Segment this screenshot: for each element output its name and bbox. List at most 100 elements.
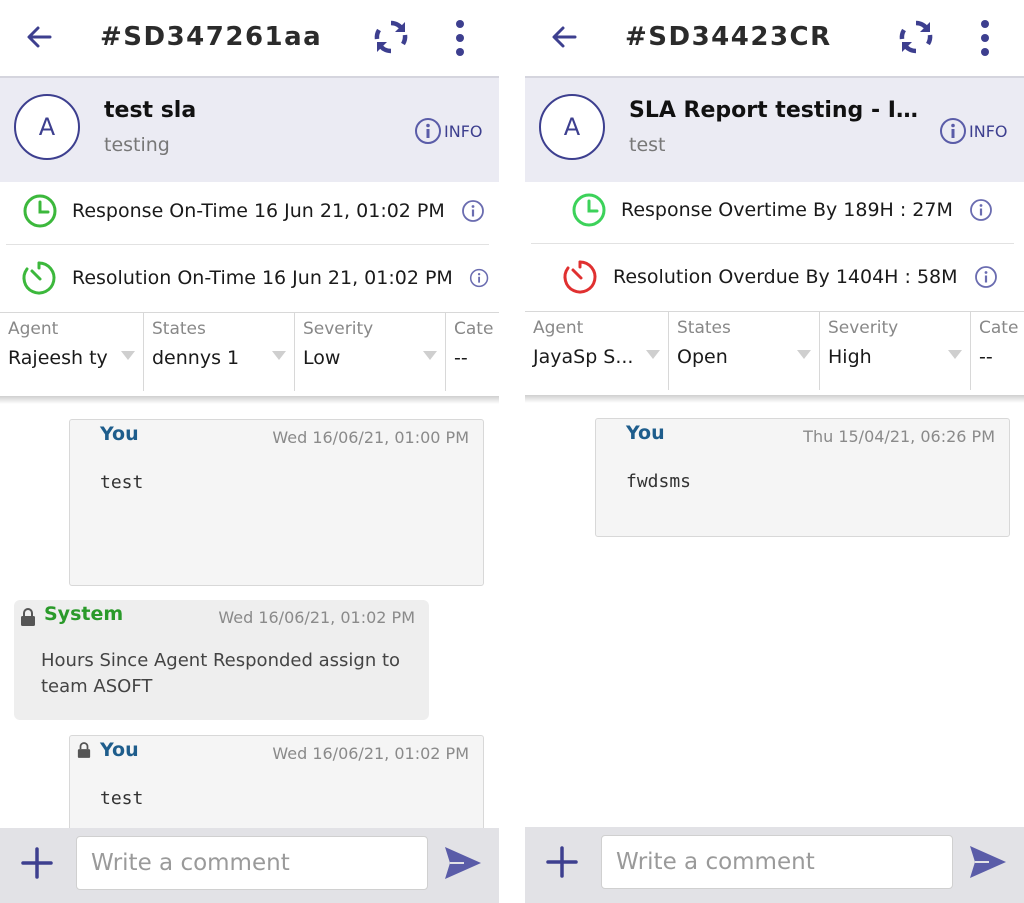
dropdown-caret-icon (272, 351, 286, 360)
message-body: test (100, 472, 144, 493)
message-author: You (100, 423, 139, 445)
filter-value: -- (454, 347, 468, 369)
filter-value: High (828, 346, 872, 368)
message-body: Hours Since Agent Responded assign to te… (41, 650, 401, 697)
message-time: Wed 16/06/21, 01:02 PM (272, 744, 469, 763)
screen-gap (499, 0, 525, 903)
filter-agent[interactable]: Agent JayaSp S... (525, 312, 669, 390)
more-options-icon[interactable] (973, 18, 997, 58)
comment-input[interactable]: Write a comment (76, 836, 428, 890)
shadow (0, 396, 499, 404)
dropdown-caret-icon (646, 350, 660, 359)
filter-label: Severity (303, 319, 374, 339)
ticket-screen-1: #SD347261aa A test sla testing INFO Resp… (0, 0, 499, 903)
ticket-id: #SD34423CR (625, 22, 832, 52)
ticket-subtitle: testing (104, 134, 170, 156)
ticket-filters: Agent Rajeesh ty States dennys 1 Severit… (0, 312, 499, 397)
filter-states[interactable]: States dennys 1 (144, 313, 295, 391)
message-card[interactable]: You Wed 16/06/21, 01:00 PM test (69, 419, 484, 586)
refresh-icon[interactable] (370, 16, 412, 58)
message-time: Wed 16/06/21, 01:02 PM (218, 608, 415, 627)
sla-response-row: Response Overtime By 189H : 27M (531, 177, 1014, 243)
info-label: INFO (969, 121, 1008, 141)
filter-value: Rajeesh ty (8, 347, 108, 369)
comment-composer: Write a comment (525, 827, 1024, 903)
filter-severity[interactable]: Severity Low (295, 313, 446, 391)
filter-label: Agent (533, 318, 584, 338)
dropdown-caret-icon (121, 351, 135, 360)
ticket-title: test sla (104, 98, 197, 123)
message-time: Thu 15/04/21, 06:26 PM (803, 427, 995, 446)
sla-resolution-text: Resolution Overdue By 1404H : 58M (613, 266, 958, 288)
back-arrow-icon[interactable] (547, 20, 581, 54)
message-author: System (44, 603, 124, 625)
message-body: test (100, 788, 144, 809)
lock-icon (77, 742, 91, 758)
sla-resolution-row: Resolution On-Time 16 Jun 21, 01:02 PM (6, 245, 489, 311)
filter-category[interactable]: Cate -- (971, 312, 1024, 390)
filter-label: States (677, 318, 731, 338)
sla-response-row: Response On-Time 16 Jun 21, 01:02 PM (6, 178, 489, 244)
refresh-icon[interactable] (895, 16, 937, 58)
info-label: INFO (444, 121, 483, 141)
ticket-filters: Agent JayaSp S... States Open Severity H… (525, 311, 1024, 396)
timer-icon (563, 260, 597, 294)
filter-category[interactable]: Cate -- (446, 313, 499, 391)
ticket-header: A SLA Report testing - In Da... test INF… (525, 76, 1024, 182)
clock-icon (572, 193, 606, 227)
comment-composer: Write a comment (0, 828, 499, 903)
sla-response-text: Response Overtime By 189H : 27M (621, 199, 953, 221)
ticket-subtitle: test (629, 134, 666, 156)
dropdown-caret-icon (797, 350, 811, 359)
filter-label: States (152, 319, 206, 339)
ticket-id: #SD347261aa (100, 22, 323, 52)
top-bar: #SD347261aa (0, 0, 499, 76)
shadow (525, 395, 1024, 403)
message-time: Wed 16/06/21, 01:00 PM (272, 428, 469, 447)
info-button[interactable]: INFO (414, 116, 482, 146)
more-options-icon[interactable] (448, 18, 472, 58)
filter-states[interactable]: States Open (669, 312, 820, 390)
system-message-card[interactable]: System Wed 16/06/21, 01:02 PM Hours Sinc… (14, 600, 429, 720)
add-icon[interactable] (543, 843, 581, 881)
message-author: You (100, 739, 139, 761)
dropdown-caret-icon (423, 351, 437, 360)
filter-label: Cate (979, 318, 1019, 338)
filter-value: dennys 1 (152, 347, 240, 369)
info-icon (415, 118, 441, 144)
ticket-header: A test sla testing INFO (0, 76, 499, 182)
filter-value: -- (979, 346, 993, 368)
filter-label: Cate (454, 319, 494, 339)
filter-value: Low (303, 347, 341, 369)
lock-icon (21, 608, 35, 626)
top-bar: #SD34423CR (525, 0, 1024, 76)
sla-info-icon[interactable] (469, 266, 489, 290)
timer-icon (22, 261, 56, 295)
send-icon[interactable] (442, 842, 484, 884)
ticket-title: SLA Report testing - In Da... (629, 98, 929, 123)
filter-value: JayaSp S... (533, 346, 634, 368)
filter-agent[interactable]: Agent Rajeesh ty (0, 313, 144, 391)
sla-info-icon[interactable] (969, 198, 993, 222)
comment-input[interactable]: Write a comment (601, 835, 953, 889)
message-body: fwdsms (626, 471, 692, 492)
sla-info-icon[interactable] (974, 265, 998, 289)
clock-icon (23, 194, 57, 228)
info-button[interactable]: INFO (939, 116, 1007, 146)
back-arrow-icon[interactable] (22, 20, 56, 54)
sla-resolution-row: Resolution Overdue By 1404H : 58M (531, 244, 1014, 310)
send-icon[interactable] (967, 841, 1009, 883)
add-icon[interactable] (18, 844, 56, 882)
filter-severity[interactable]: Severity High (820, 312, 971, 390)
filter-value: Open (677, 346, 728, 368)
message-card[interactable]: You Thu 15/04/21, 06:26 PM fwdsms (595, 418, 1010, 537)
dropdown-caret-icon (948, 350, 962, 359)
sla-response-text: Response On-Time 16 Jun 21, 01:02 PM (72, 200, 445, 222)
filter-label: Severity (828, 318, 899, 338)
sla-info-icon[interactable] (461, 199, 485, 223)
info-icon (940, 118, 966, 144)
ticket-screen-2: #SD34423CR A SLA Report testing - In Da.… (525, 0, 1024, 903)
avatar: A (539, 94, 605, 160)
filter-label: Agent (8, 319, 59, 339)
avatar: A (14, 94, 80, 160)
